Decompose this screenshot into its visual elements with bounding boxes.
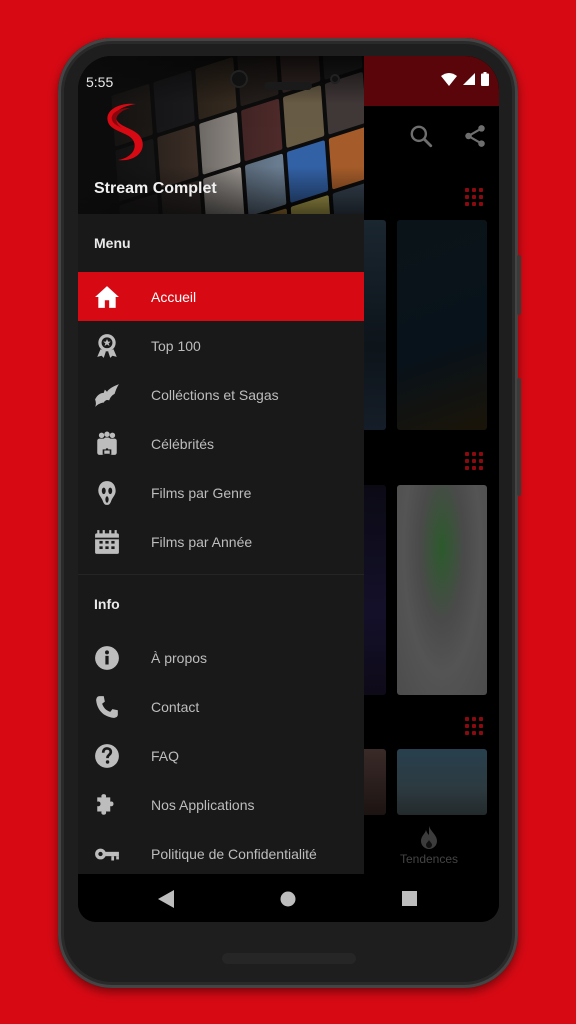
app-logo	[107, 103, 143, 161]
battery-icon	[481, 72, 489, 86]
search-icon[interactable]	[408, 123, 434, 149]
nav-label: Accueil	[151, 288, 197, 305]
app-name: Stream Complet	[94, 180, 217, 197]
nav-item-accueil[interactable]: Accueil	[78, 272, 364, 321]
earpiece	[264, 82, 312, 90]
signal-icon	[463, 73, 475, 85]
nav-label: Contact	[151, 698, 200, 715]
grid-view-icon[interactable]	[465, 717, 483, 735]
nav-item-celebrites[interactable]: Célébrités	[78, 419, 364, 468]
drawer-header: 5:55 Stream Complet	[78, 56, 364, 214]
home-icon	[95, 285, 119, 308]
help-icon	[95, 743, 119, 768]
movie-poster[interactable]	[397, 220, 487, 430]
key-icon	[95, 848, 119, 860]
navigation-drawer: 5:55 Stream Complet Menu Accueil Top 100…	[78, 56, 364, 874]
grid-view-icon[interactable]	[465, 452, 483, 470]
nav-label: Nos Applications	[151, 796, 255, 813]
puzzle-icon	[97, 793, 114, 815]
nav-label: Colléctions et Sagas	[151, 386, 279, 403]
people-group-icon	[97, 431, 117, 455]
wifi-icon	[441, 72, 457, 86]
nav-label: FAQ	[151, 747, 180, 764]
nav-item-nos-applications[interactable]: Nos Applications	[78, 780, 364, 829]
nav-item-politique[interactable]: Politique de Confidentialité	[78, 829, 364, 878]
sensor	[330, 74, 340, 84]
tab-tendences-label: Tendences	[399, 852, 459, 866]
nav-label: Célébrités	[151, 435, 215, 452]
section-title-menu: Menu	[94, 235, 131, 251]
info-icon	[95, 645, 119, 670]
share-icon[interactable]	[462, 123, 488, 149]
movie-poster[interactable]	[397, 749, 487, 815]
nav-item-films-par-annee[interactable]: Films par Année	[78, 517, 364, 566]
nav-item-a-propos[interactable]: À propos	[78, 633, 364, 682]
nav-label: Films par Année	[151, 533, 253, 550]
screen: Tendences 5:55 Stream Complet Menu Accue…	[78, 56, 499, 922]
nav-label: À propos	[151, 649, 208, 666]
phone-volume-button	[517, 378, 521, 496]
nav-label: Politique de Confidentialité	[151, 845, 317, 862]
home-button-icon[interactable]	[280, 891, 296, 907]
bat-icon	[95, 383, 119, 407]
status-bar-right	[364, 56, 499, 106]
scream-mask-icon	[98, 480, 116, 505]
tab-tendences[interactable]: Tendences	[394, 826, 464, 866]
nav-label: Films par Genre	[151, 484, 252, 501]
calendar-icon	[95, 529, 119, 554]
nav-item-films-par-genre[interactable]: Films par Genre	[78, 468, 364, 517]
phone-icon	[96, 695, 118, 718]
phone-bottom-speaker	[222, 953, 356, 964]
nav-label: Top 100	[151, 337, 201, 354]
back-icon[interactable]	[158, 890, 174, 908]
nav-item-collections[interactable]: Colléctions et Sagas	[78, 370, 364, 419]
award-badge-icon	[97, 333, 117, 358]
nav-item-faq[interactable]: FAQ	[78, 731, 364, 780]
movie-poster[interactable]	[397, 485, 487, 695]
phone-power-button	[517, 255, 521, 315]
system-navigation-bar	[78, 874, 499, 922]
recents-icon[interactable]	[402, 891, 417, 906]
grid-view-icon[interactable]	[465, 188, 483, 206]
status-time: 5:55	[86, 74, 114, 90]
fire-icon	[421, 826, 437, 849]
front-camera	[230, 70, 248, 88]
nav-item-contact[interactable]: Contact	[78, 682, 364, 731]
section-title-info: Info	[94, 596, 120, 612]
nav-item-top-100[interactable]: Top 100	[78, 321, 364, 370]
